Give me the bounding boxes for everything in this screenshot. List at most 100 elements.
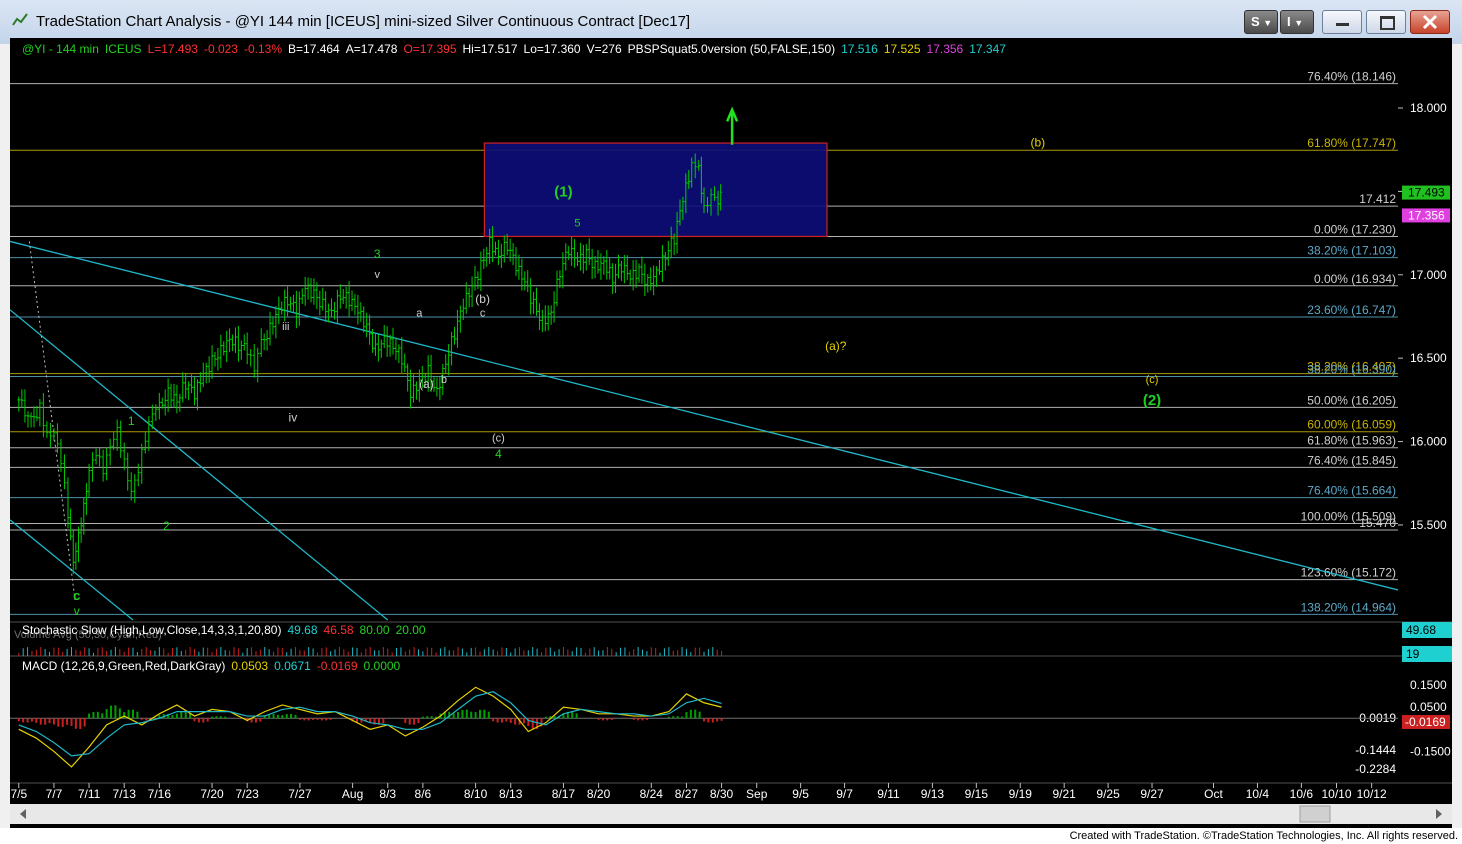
header-item: ICEUS: [104, 42, 142, 56]
wave-label: (b): [1030, 135, 1045, 149]
wave-label: 2: [163, 519, 170, 533]
fib-level-label: 76.40% (18.146): [1307, 70, 1396, 84]
header-item: 0.0000: [363, 659, 401, 673]
header-item: O=17.395: [403, 42, 457, 56]
stochastic-badge-text: 19: [1406, 647, 1420, 661]
macd-tick-label: 0.0500: [1410, 700, 1447, 714]
fib-level-label: 76.40% (15.845): [1307, 453, 1396, 467]
x-tick-label: 9/13: [921, 787, 945, 801]
x-tick-label: 10/6: [1290, 787, 1314, 801]
macd-line: [18, 686, 722, 768]
x-tick-label: Sep: [746, 787, 768, 801]
wave-label: (2): [1143, 392, 1161, 409]
fib-level-label: 0.00% (17.230): [1314, 222, 1396, 236]
minimize-button[interactable]: [1322, 10, 1362, 34]
header-item: 17.525: [883, 42, 921, 56]
x-tick-label: 9/11: [877, 787, 900, 801]
header-item: 46.58: [323, 623, 354, 637]
x-tick-label: 7/27: [288, 787, 312, 801]
fib-level-label: 38.20% (16.390): [1307, 363, 1396, 377]
header-item: -0.023: [203, 42, 238, 56]
target-box: [483, 142, 828, 238]
x-tick-label: 8/17: [552, 787, 576, 801]
x-tick-label: 7/20: [200, 787, 224, 801]
chart-canvas[interactable]: 76.40% (18.146) 61.80% (17.747) 17.412 0.00…: [10, 38, 1452, 828]
header-item: PBSPSquat5.0version (50,FALSE,150): [627, 42, 836, 56]
header-item: Stochastic Slow (High,Low,Close,14,3,3,1…: [22, 623, 282, 637]
minimize-icon: [1336, 23, 1349, 26]
x-tick-label: 9/19: [1009, 787, 1033, 801]
x-tick-label: 7/7: [46, 787, 63, 801]
macd-level-label: -0.1444: [1355, 743, 1396, 757]
dotted-connector: [28, 241, 76, 601]
x-tick-label: 9/7: [836, 787, 853, 801]
x-tick-label: 8/20: [587, 787, 611, 801]
x-tick-label: Oct: [1204, 787, 1223, 801]
header-item: A=17.478: [345, 42, 398, 56]
header-item: 17.347: [969, 42, 1006, 56]
wave-label: (b): [475, 292, 490, 306]
chevron-down-icon: ▼: [1263, 18, 1273, 28]
signal-line: [18, 691, 722, 757]
price-header: @YI - 144 min ICEUS L=17.493 -0.023 -0.13% B=…: [22, 42, 1012, 56]
indicator-dropdown-button[interactable]: I ▼: [1280, 10, 1314, 34]
y-tick-label: 15.500: [1410, 518, 1447, 532]
wave-label: c: [73, 588, 80, 603]
fib-level-label: 61.80% (17.747): [1307, 136, 1396, 150]
fib-level-label: 0.00% (16.934): [1314, 272, 1396, 286]
close-button[interactable]: [1410, 10, 1450, 34]
window-title: TradeStation Chart Analysis - @YI 144 mi…: [36, 13, 691, 30]
horizontal-scrollbar[interactable]: [10, 804, 1452, 824]
x-tick-label: 7/5: [10, 787, 27, 801]
x-tick-label: 8/27: [675, 787, 699, 801]
maximize-icon: [1380, 16, 1395, 30]
fib-level-label: 61.80% (15.963): [1307, 434, 1396, 448]
x-tick-label: 7/11: [78, 787, 101, 801]
header-item: 17.356: [926, 42, 964, 56]
header-item: 20.00: [395, 623, 426, 637]
x-tick-label: 9/21: [1052, 787, 1076, 801]
x-tick-label: 7/23: [236, 787, 260, 801]
header-item: Hi=17.517: [462, 42, 518, 56]
header-item: @YI - 144 min: [22, 42, 99, 56]
x-tick-label: 10/12: [1357, 787, 1387, 801]
macd-level-label: -0.2284: [1355, 762, 1396, 776]
header-item: 80.00: [359, 623, 390, 637]
y-tick-label: 18.000: [1410, 101, 1447, 115]
x-tick-label: 9/5: [792, 787, 809, 801]
wave-label: iv: [289, 411, 298, 425]
fib-level-label: 50.00% (16.205): [1307, 393, 1396, 407]
stochastic-header: Stochastic Slow (High,Low,Close,14,3,3,1…: [22, 623, 432, 637]
wave-label: (c): [492, 433, 505, 445]
macd-header: MACD (12,26,9,Green,Red,DarkGray) 0.0503 0…: [22, 659, 406, 673]
header-item: -0.0169: [316, 659, 358, 673]
header-item: -0.13%: [243, 42, 283, 56]
wave-label: 5: [574, 217, 580, 229]
header-item: L=17.493: [147, 42, 198, 56]
close-icon: [1422, 14, 1438, 30]
up-arrow-icon: [725, 106, 739, 145]
wave-label: b: [441, 374, 447, 386]
maximize-button[interactable]: [1366, 10, 1406, 34]
price-badge-text: 17.493: [1408, 186, 1445, 200]
fib-level-label: 17.412: [1359, 192, 1396, 206]
wave-label: v: [374, 269, 380, 281]
header-item: 17.516: [841, 42, 878, 56]
wave-label: 1: [128, 414, 135, 428]
chart-area[interactable]: 76.40% (18.146) 61.80% (17.747) 17.412 0.00…: [10, 38, 1452, 828]
x-tick-label: 9/27: [1140, 787, 1164, 801]
indicator-dropdown-label: I: [1287, 14, 1291, 29]
macd-tick-label: -0.1500: [1410, 744, 1451, 758]
wave-label: 3: [374, 247, 381, 261]
scrollbar-thumb[interactable]: [1299, 805, 1331, 823]
header-item: V=276: [586, 42, 622, 56]
wave-label: (c): [1146, 374, 1159, 386]
header-item: MACD (12,26,9,Green,Red,DarkGray): [22, 659, 226, 673]
copyright-text: Created with TradeStation. ©TradeStation…: [1069, 830, 1458, 842]
price-badge-text: 17.356: [1408, 208, 1445, 222]
wave-label: v: [74, 604, 80, 618]
macd-badge-text: -0.0169: [1405, 715, 1446, 729]
style-dropdown-button[interactable]: S ▼: [1244, 10, 1278, 34]
footer: Created with TradeStation. ©TradeStation…: [0, 828, 1462, 844]
stochastic-badge-text: 49.68: [1406, 623, 1436, 637]
